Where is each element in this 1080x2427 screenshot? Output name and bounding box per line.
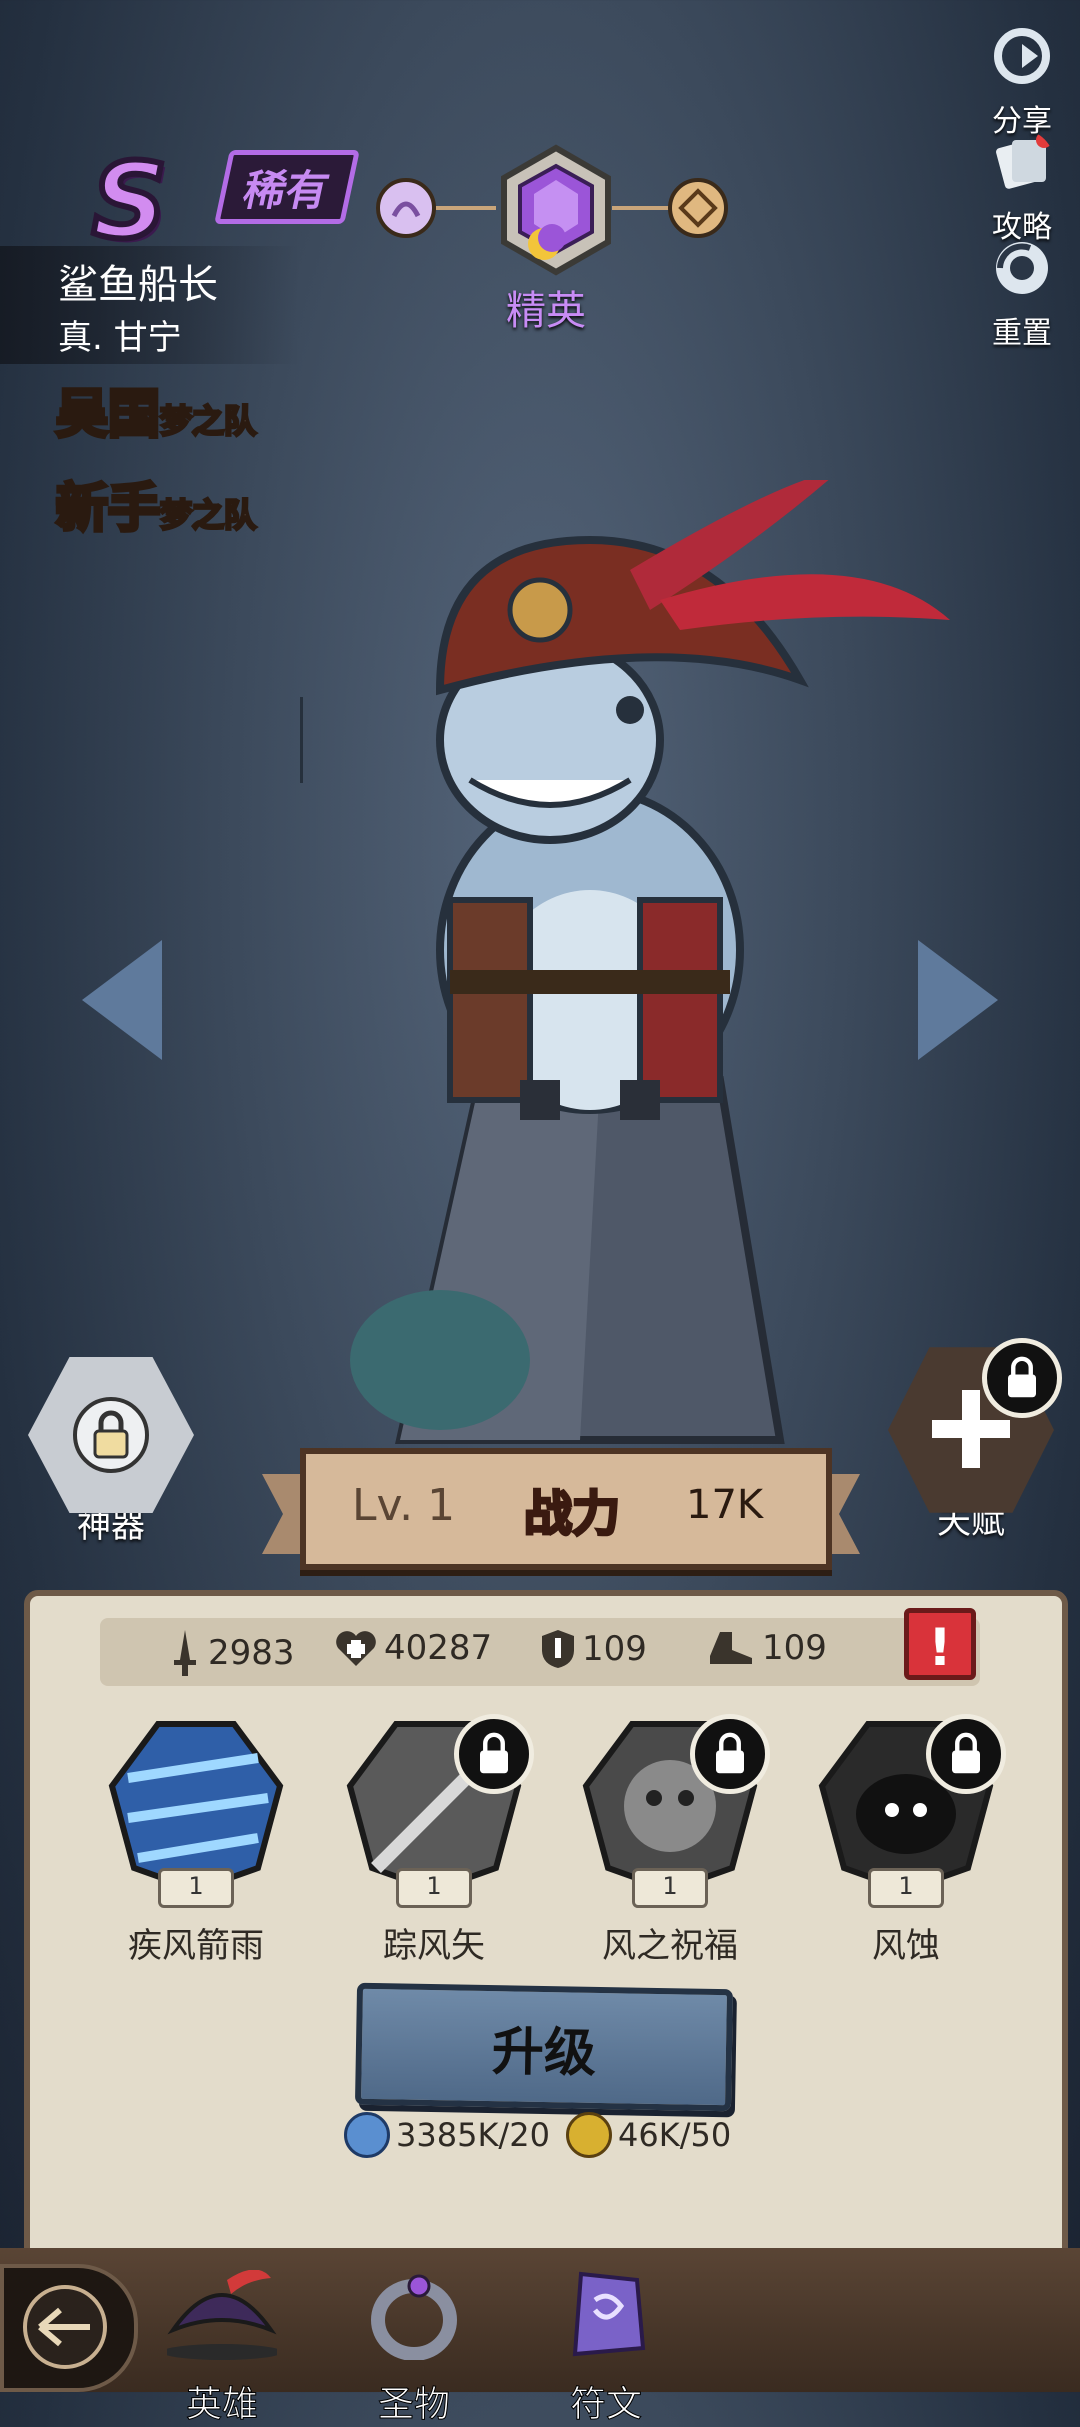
stat-value: 109 [762,1628,827,1668]
team-tag-wu[interactable]: 吴国梦之队 [54,372,258,447]
skill-level: 1 [868,1868,944,1908]
sword-icon [174,1630,196,1676]
skill-name: 踪风矢 [383,1926,485,1966]
shield-icon [542,1630,574,1668]
boot-icon [710,1632,752,1664]
reset-icon [996,242,1048,294]
hero-portrait [300,480,950,1444]
back-button[interactable] [0,2264,138,2392]
skill-level: 1 [396,1868,472,1908]
stat-value: 40287 [384,1628,493,1668]
skill-lock-icon [454,1714,534,1794]
skill-name: 风之祝福 [602,1926,738,1966]
team-suffix: 梦之队 [159,401,258,442]
level-ribbon: Lv. 1 战力 17K [300,1448,832,1570]
health-cross-icon [336,1631,376,1666]
stat-attack: 2983 [168,1628,295,1678]
grade-node-1-icon[interactable] [374,176,438,240]
skill-3[interactable]: 1 风之祝福 [560,1714,780,1967]
stat-value: 109 [582,1629,647,1669]
pirate-hat-icon [162,2269,282,2360]
team-name: 吴国 [54,383,162,447]
skill-1[interactable]: 1 疾风箭雨 [86,1718,306,1967]
cost-exp: 3385K/20 [344,2112,550,2158]
skill-2[interactable]: 1 踪风矢 [324,1714,544,1967]
skill-level: 1 [632,1868,708,1908]
stat-speed: 109 [706,1628,827,1668]
stat-health: 40287 [334,1628,492,1668]
skill-lock-icon [690,1714,770,1794]
gold-coin-icon [566,2112,612,2158]
artifact-hex [28,1356,194,1514]
reset-button[interactable]: 重置 [982,236,1062,352]
back-arrow-icon [23,2285,107,2369]
prev-hero-arrow-icon[interactable] [82,940,162,1060]
rarity-label: 稀有 [239,165,334,215]
ring-icon [371,2274,457,2361]
share-icon [994,28,1050,84]
nav-label: 圣物 [377,2384,450,2426]
nav-label: 符文 [569,2384,642,2426]
guide-button[interactable]: 攻略 [982,130,1062,246]
skill-4[interactable]: 1 风蚀 [796,1714,1016,1967]
artifact-button[interactable]: 神器 [28,1352,194,1547]
cost-value: 3385K/20 [396,2116,550,2154]
rune-stone-icon [572,2271,646,2357]
warning-icon[interactable]: ! [904,1608,976,1680]
nav-heroes[interactable]: 英雄 [152,2269,292,2427]
skill-name: 疾风箭雨 [128,1926,264,1966]
skill-level: 1 [158,1868,234,1908]
lock-icon [73,1397,149,1473]
elite-gem-icon[interactable] [494,144,618,276]
power-value: 17K [686,1482,764,1528]
exp-orb-icon [344,2112,390,2158]
skill-lock-icon [926,1714,1006,1794]
rank-badge: S [89,137,170,265]
talent-button[interactable]: 天赋 [888,1338,1062,1543]
next-hero-arrow-icon[interactable] [918,940,998,1060]
team-tag-newbie[interactable]: 新手梦之队 [54,466,258,541]
upgrade-label: 升级 [491,2021,597,2084]
stat-value: 2983 [208,1633,295,1673]
grade-label: 精英 [506,288,586,334]
power-label: 战力 [522,1485,621,1544]
nav-label: 英雄 [185,2384,258,2426]
upgrade-button[interactable]: 升级 [354,1982,734,2112]
nav-relics[interactable]: 圣物 [344,2270,484,2427]
grade-node-3-icon[interactable] [666,176,730,240]
stat-defense: 109 [540,1628,647,1670]
reset-label: 重置 [992,316,1052,351]
share-button[interactable]: 分享 [982,24,1062,140]
guide-cards-icon [996,132,1052,189]
skill-name: 风蚀 [872,1926,940,1966]
cost-gold: 46K/50 [566,2112,731,2158]
rarity-badge: 稀有 [214,150,360,224]
cost-value: 46K/50 [618,2116,732,2154]
nav-runes[interactable]: 符文 [536,2270,676,2427]
hero-subtitle: 真. 甘宁 [58,318,182,358]
team-suffix: 梦之队 [159,495,258,536]
team-name: 新手 [54,477,162,541]
talent-lock-icon [982,1338,1062,1418]
hero-name: 鲨鱼船长 [58,262,218,308]
level-label: Lv. 1 [352,1480,456,1531]
